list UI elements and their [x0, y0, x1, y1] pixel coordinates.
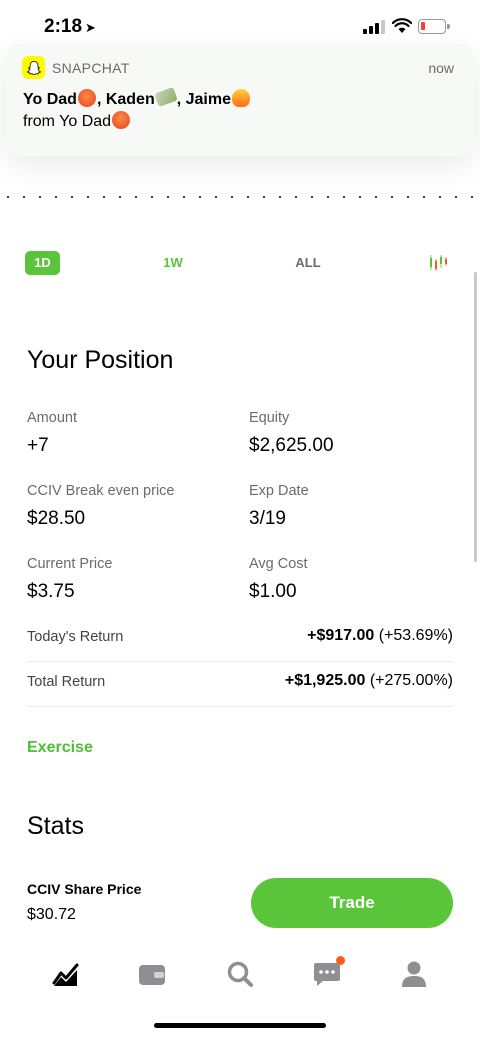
cellular-signal-icon	[363, 20, 385, 34]
tab-1w[interactable]: 1W	[158, 251, 188, 275]
total-return-amount: +$1,925.00	[284, 672, 366, 689]
notification-body: from Yo Dad	[23, 111, 131, 131]
money-wings-icon	[153, 87, 178, 107]
todays-return-percent: (+53.69%)	[378, 627, 453, 644]
tab-all[interactable]: ALL	[291, 251, 325, 275]
todays-return-amount: +$917.00	[307, 627, 375, 644]
angry-face-icon	[77, 89, 96, 107]
notification-banner[interactable]: SNAPCHAT now Yo Dad , Kaden , Jaime from Y…	[6, 44, 474, 156]
amount-label: Amount	[27, 410, 77, 426]
wifi-icon	[392, 18, 412, 33]
amount-value: +7	[27, 435, 49, 456]
avg-cost-value: $1.00	[249, 581, 297, 602]
current-price-value: $3.75	[27, 581, 75, 602]
break-even-label: CCIV Break even price	[27, 483, 175, 499]
chart-icon	[52, 963, 79, 986]
position-title: Your Position	[27, 346, 174, 374]
tab-messages[interactable]	[311, 956, 345, 990]
share-price-value: $30.72	[27, 906, 76, 923]
total-return-percent: (+275.00%)	[369, 672, 453, 689]
stats-title: Stats	[27, 812, 84, 840]
scrollbar[interactable]	[474, 272, 477, 562]
tab-search[interactable]	[224, 958, 256, 990]
current-price-label: Current Price	[27, 556, 113, 572]
fire-icon	[232, 89, 250, 107]
notification-time: now	[428, 60, 454, 76]
notification-dot	[336, 956, 345, 965]
tab-wallet[interactable]	[136, 958, 168, 990]
account-icon	[402, 961, 426, 987]
share-price-label: CCIV Share Price	[27, 881, 142, 897]
range-tabs: 1D 1W ALL	[0, 251, 480, 277]
home-indicator	[154, 1023, 326, 1028]
search-icon	[227, 961, 253, 987]
total-return-row: Total Return +$1,925.00 (+275.00%)	[27, 662, 453, 707]
total-return-label: Total Return	[27, 674, 106, 690]
todays-return-row: Today's Return +$917.00 (+53.69%)	[27, 617, 453, 662]
exp-date-label: Exp Date	[249, 483, 309, 499]
avg-cost-label: Avg Cost	[249, 556, 308, 572]
tab-account[interactable]	[398, 958, 430, 990]
snapchat-ghost-icon	[22, 56, 45, 79]
exp-date-value: 3/19	[249, 508, 286, 529]
notification-title-part: Yo Dad	[23, 91, 77, 108]
total-return-value: +$1,925.00 (+275.00%)	[285, 672, 453, 690]
trade-button[interactable]: Trade	[251, 878, 453, 928]
status-time-text: 2:18	[44, 16, 83, 37]
status-time: 2:18 ➤	[44, 16, 96, 38]
todays-return-label: Today's Return	[27, 629, 124, 645]
break-even-value: $28.50	[27, 508, 86, 529]
notification-title: Yo Dad , Kaden , Jaime	[23, 87, 251, 109]
equity-value: $2,625.00	[249, 435, 334, 456]
notification-body-text: from Yo Dad	[23, 113, 112, 130]
candlestick-chart-icon[interactable]	[429, 253, 449, 273]
tab-chart[interactable]	[50, 958, 82, 990]
notification-app-name: SNAPCHAT	[52, 60, 130, 76]
todays-return-value: +$917.00 (+53.69%)	[307, 627, 453, 645]
dotted-divider	[0, 196, 480, 198]
notification-title-part: , Kaden	[96, 91, 155, 108]
notification-title-part: , Jaime	[176, 91, 231, 108]
location-arrow-icon: ➤	[85, 20, 96, 35]
tab-bar	[0, 950, 480, 1004]
exercise-button[interactable]: Exercise	[27, 739, 93, 757]
tab-1d[interactable]: 1D	[25, 251, 60, 275]
wallet-icon	[139, 965, 165, 985]
equity-label: Equity	[249, 410, 290, 426]
messages-icon	[314, 963, 340, 986]
angry-face-icon	[112, 111, 131, 129]
battery-icon	[418, 19, 450, 34]
